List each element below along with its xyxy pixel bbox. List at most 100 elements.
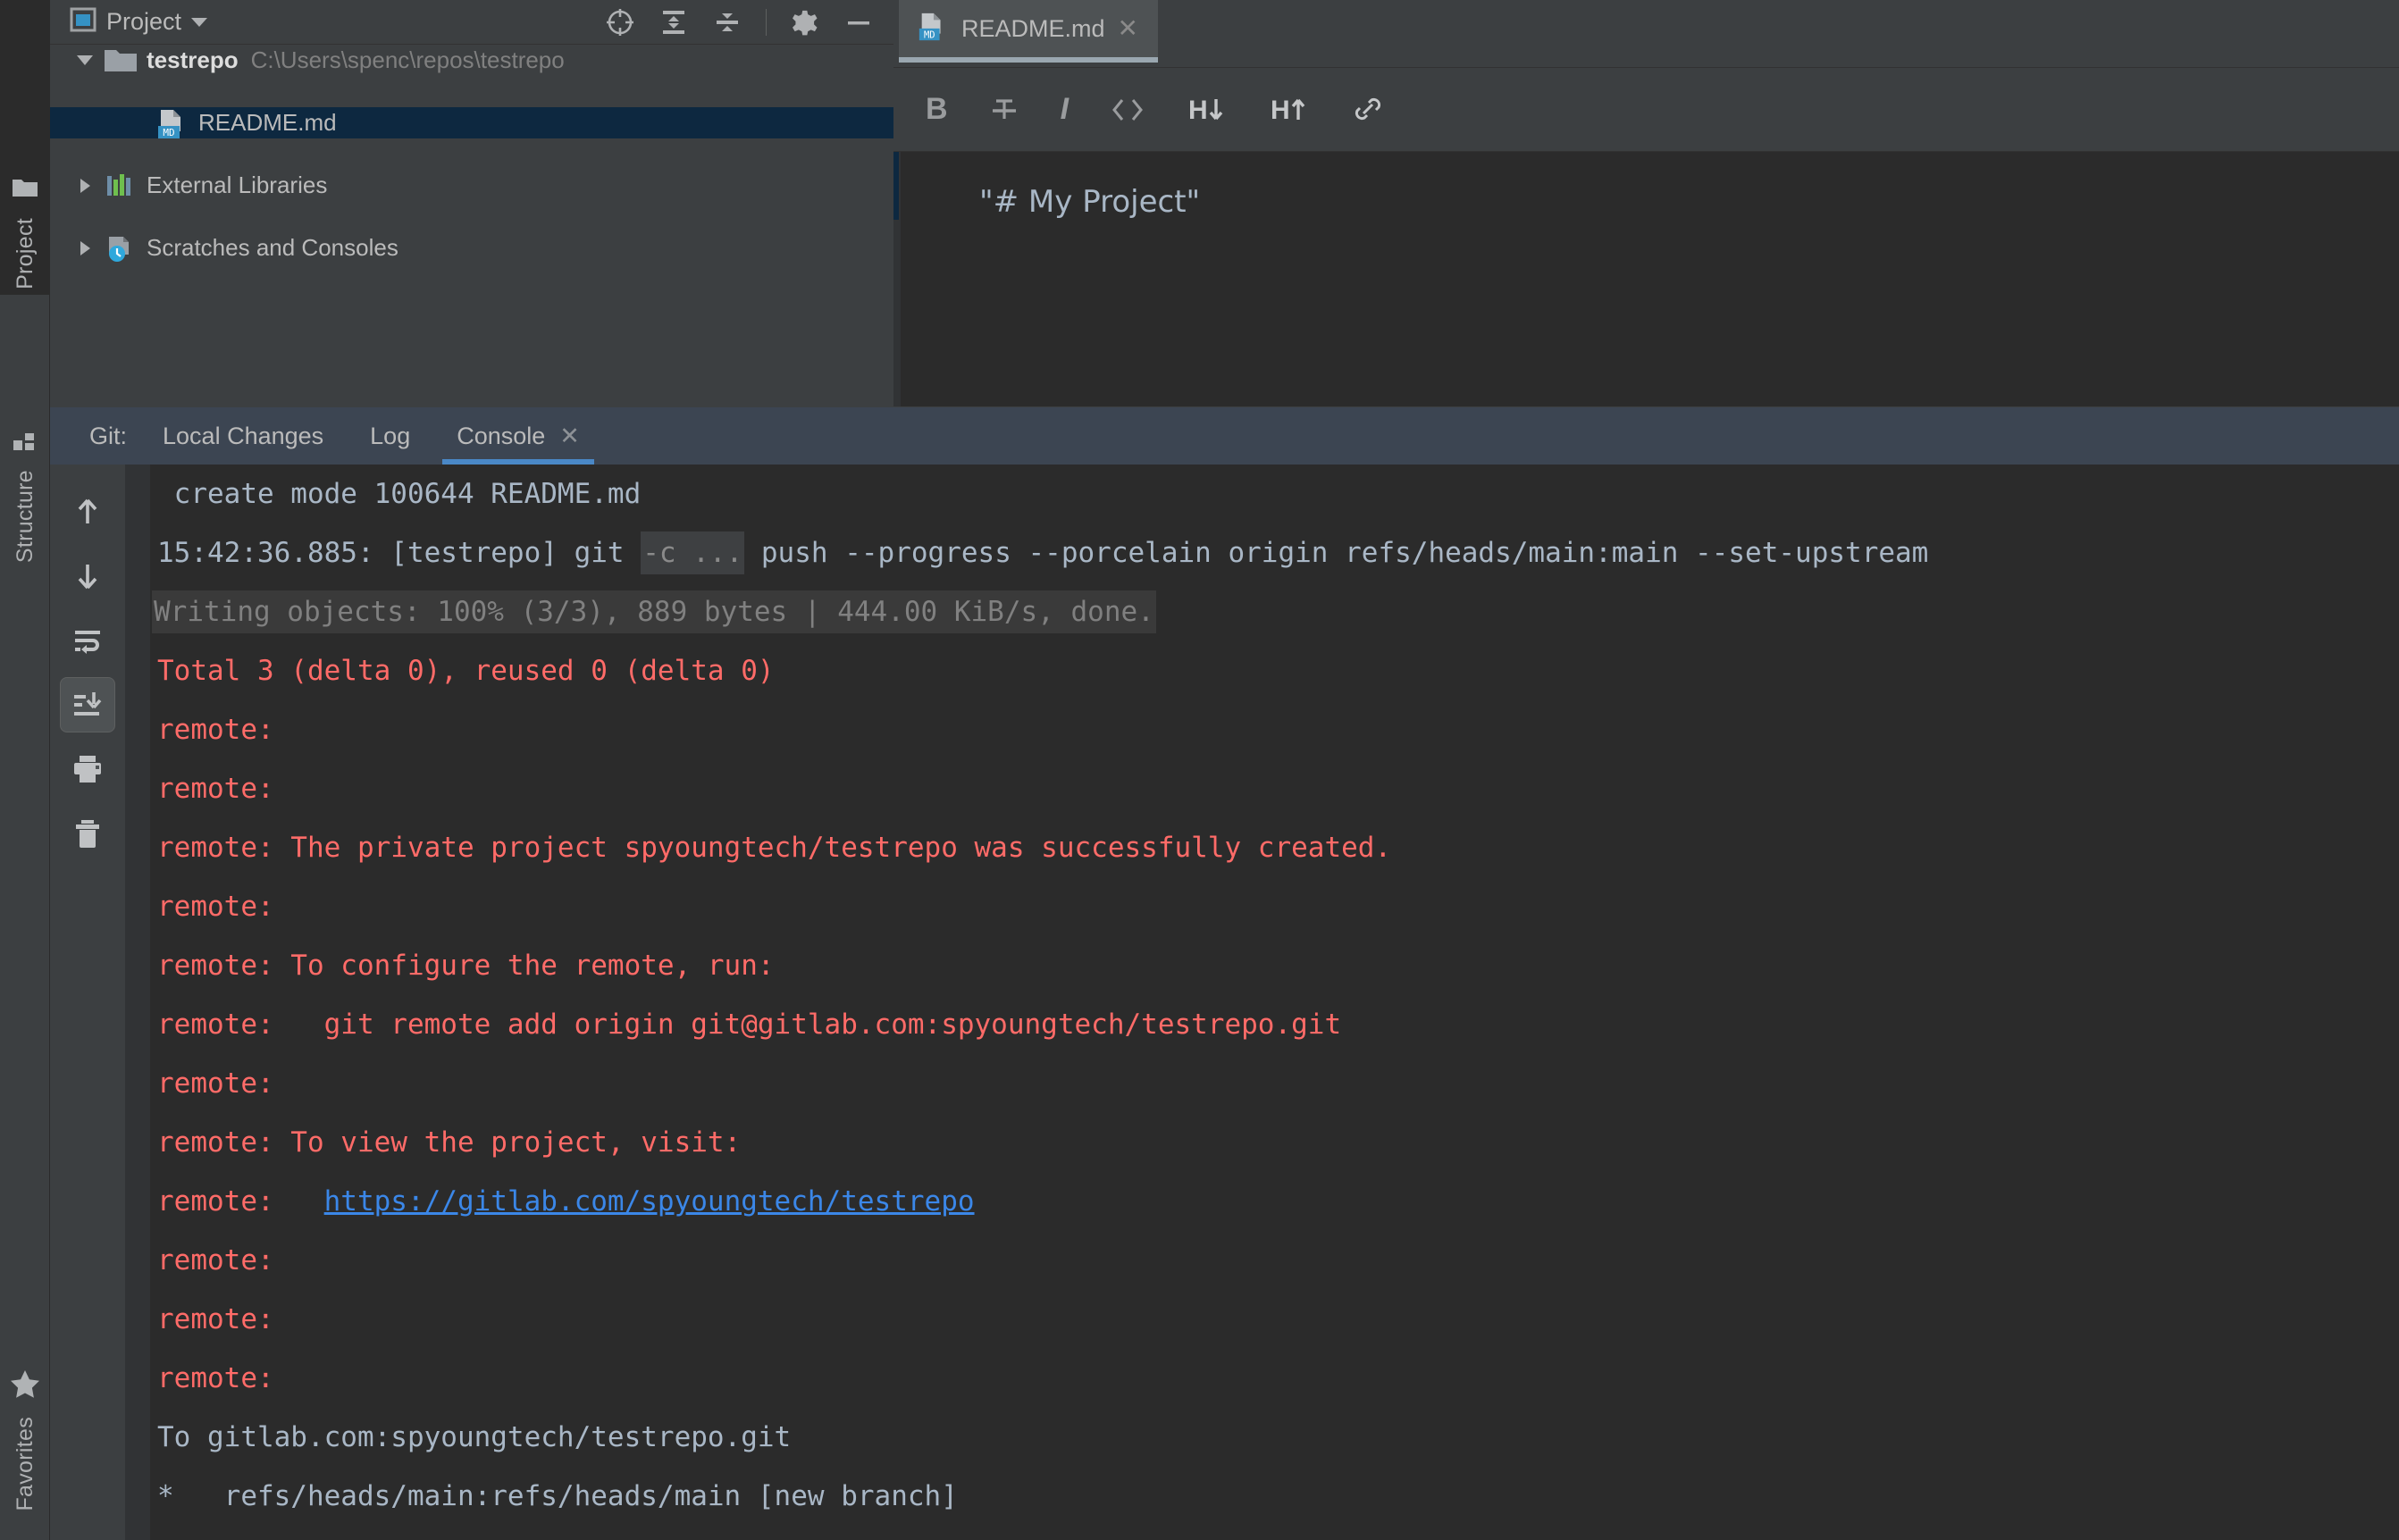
folder-icon [104, 46, 138, 75]
rail-item-structure[interactable]: Structure [0, 300, 50, 568]
console-line: remote: To configure the remote, run: [157, 950, 775, 982]
tree-node-readme[interactable]: MD README.md [50, 107, 893, 138]
svg-text:H: H [1271, 96, 1290, 125]
console-toolbar [50, 465, 125, 1540]
tree-node-testrepo[interactable]: testrepo C:\Users\spenc\repos\testrepo [50, 45, 893, 76]
tree-node-scratches-and-consoles[interactable]: Scratches and Consoles [50, 232, 893, 264]
rail-item-project[interactable]: Project [0, 0, 50, 295]
editor-content[interactable]: "# My Project" [893, 152, 2399, 406]
rail-item-structure-label: Structure [12, 469, 38, 563]
console-gutter [125, 465, 150, 1540]
editor-caret-strip [893, 152, 899, 220]
rail-item-project-label: Project [12, 218, 38, 289]
tree-node-label: External Libraries [147, 172, 328, 198]
header-up-button[interactable]: H [1269, 95, 1310, 125]
settings-gear-icon[interactable] [790, 7, 820, 38]
console-line: +Writing objects: 100% (3/3), 889 bytes … [150, 582, 1156, 641]
git-tab-console-label: Console [457, 422, 546, 449]
svg-text:H: H [1188, 96, 1208, 125]
tree-node-path: C:\Users\spenc\repos\testrepo [250, 46, 565, 73]
header-down-button[interactable]: H [1187, 95, 1228, 125]
tree-node-label: Scratches and Consoles [147, 234, 398, 261]
toolbar-divider [766, 9, 767, 36]
git-window-title-label: Git: [89, 422, 128, 449]
git-tab-local-changes[interactable]: Local Changes [139, 407, 347, 465]
console-line: Total 3 (delta 0), reused 0 (delta 0) [157, 655, 775, 687]
soft-wrap-icon[interactable] [60, 613, 115, 668]
git-tabbar: Git: Local Changes Log Console ✕ [50, 407, 2399, 465]
editor-tabbar: MD README.md ✕ [893, 0, 2399, 68]
project-window-icon [70, 6, 96, 38]
folded-line-text: Writing objects: 100% (3/3), 889 bytes |… [152, 590, 1156, 633]
editor-area: MD README.md ✕ B I H H "# My Project" [893, 0, 2399, 407]
console-link-prefix: remote: [157, 1185, 324, 1218]
project-panel-toolbar [605, 0, 874, 45]
tool-window-rail: Project Structure Favorites [0, 0, 50, 1540]
console-line: remote: https://gitlab.com/spyoungtech/t… [150, 1172, 975, 1231]
svg-text:MD: MD [924, 29, 935, 40]
ide-window: Project Structure Favorites Project test… [0, 0, 2399, 1540]
chevron-expanded-icon[interactable] [70, 55, 100, 65]
git-tab-log-label: Log [370, 422, 411, 449]
structure-grid-icon [13, 430, 38, 457]
git-tab-local-changes-label: Local Changes [163, 422, 324, 449]
next-occurrence-icon[interactable] [60, 548, 115, 604]
close-icon[interactable]: ✕ [559, 423, 580, 450]
console-line: remote: [157, 773, 274, 805]
console-line: remote: [157, 891, 274, 923]
console-line: remote: To view the project, visit: [157, 1126, 742, 1159]
project-tool-window: Project testrepo C:\Users\spenc\repos\te… [50, 0, 893, 407]
markdown-file-icon: MD [155, 109, 189, 138]
chevron-collapsed-icon[interactable] [70, 240, 100, 255]
rail-item-favorites[interactable]: Favorites [0, 1267, 50, 1517]
editor-tab-label: README.md [961, 14, 1105, 42]
console-line: remote: git remote add origin git@gitlab… [157, 1009, 1342, 1041]
project-tree: testrepo C:\Users\spenc\repos\testrepo M… [50, 45, 893, 407]
console-line: To gitlab.com:spyoungtech/testrepo.git [157, 1421, 792, 1453]
console-line: remote: [157, 1303, 274, 1335]
console-command-suffix: push --progress --porcelain origin refs/… [744, 537, 1929, 569]
console-line: remote: The private project spyoungtech/… [157, 832, 1392, 864]
print-icon[interactable] [60, 741, 115, 797]
console-command-prefix: 15:42:36.885: [testrepo] git [157, 537, 642, 569]
git-window-title: Git: [66, 407, 139, 465]
link-button[interactable] [1351, 95, 1385, 125]
chevron-down-icon[interactable] [191, 17, 208, 27]
code-button[interactable] [1110, 95, 1145, 125]
editor-tab-readme[interactable]: MD README.md ✕ [899, 0, 1158, 63]
project-panel-title: Project [106, 8, 182, 35]
bold-button[interactable]: B [926, 92, 948, 127]
console-line: remote: [157, 1362, 274, 1394]
git-tab-console[interactable]: Console ✕ [433, 407, 603, 465]
console-line: remote: [157, 714, 274, 746]
close-icon[interactable]: ✕ [1118, 16, 1138, 41]
editor-line-1: "# My Project" [979, 184, 1201, 220]
libraries-icon [104, 172, 138, 200]
chevron-collapsed-icon[interactable] [70, 178, 100, 193]
italic-button[interactable]: I [1061, 92, 1069, 127]
console-line: remote: [157, 1244, 274, 1276]
rail-item-favorites-label: Favorites [12, 1417, 38, 1511]
scratches-clock-icon [104, 234, 138, 263]
console-hyperlink[interactable]: https://gitlab.com/spyoungtech/testrepo [324, 1185, 975, 1218]
strikethrough-button[interactable] [989, 95, 1019, 125]
collapsed-args-chip[interactable]: -c ... [641, 531, 745, 574]
previous-occurrence-icon[interactable] [60, 484, 115, 540]
tree-node-label: testrepo [147, 46, 239, 73]
tree-node-label: README.md [198, 109, 337, 136]
project-panel-header: Project [50, 0, 893, 45]
markdown-toolbar: B I H H [893, 68, 2399, 152]
select-opened-file-icon[interactable] [605, 7, 635, 38]
console-line: * refs/heads/main:refs/heads/main [new b… [157, 1480, 958, 1512]
hide-icon[interactable] [843, 7, 874, 38]
markdown-file-icon: MD [917, 12, 949, 46]
console-output[interactable]: create mode 100644 README.md 15:42:36.885… [150, 465, 2399, 1540]
clear-all-icon[interactable] [60, 806, 115, 861]
scroll-to-end-icon[interactable] [60, 677, 115, 732]
git-tab-log[interactable]: Log [347, 407, 433, 465]
collapse-all-icon[interactable] [712, 7, 742, 38]
svg-text:MD: MD [163, 127, 174, 138]
expand-all-icon[interactable] [658, 7, 689, 38]
project-view-selector[interactable]: Project [50, 6, 208, 38]
tree-node-external-libraries[interactable]: External Libraries [50, 170, 893, 201]
